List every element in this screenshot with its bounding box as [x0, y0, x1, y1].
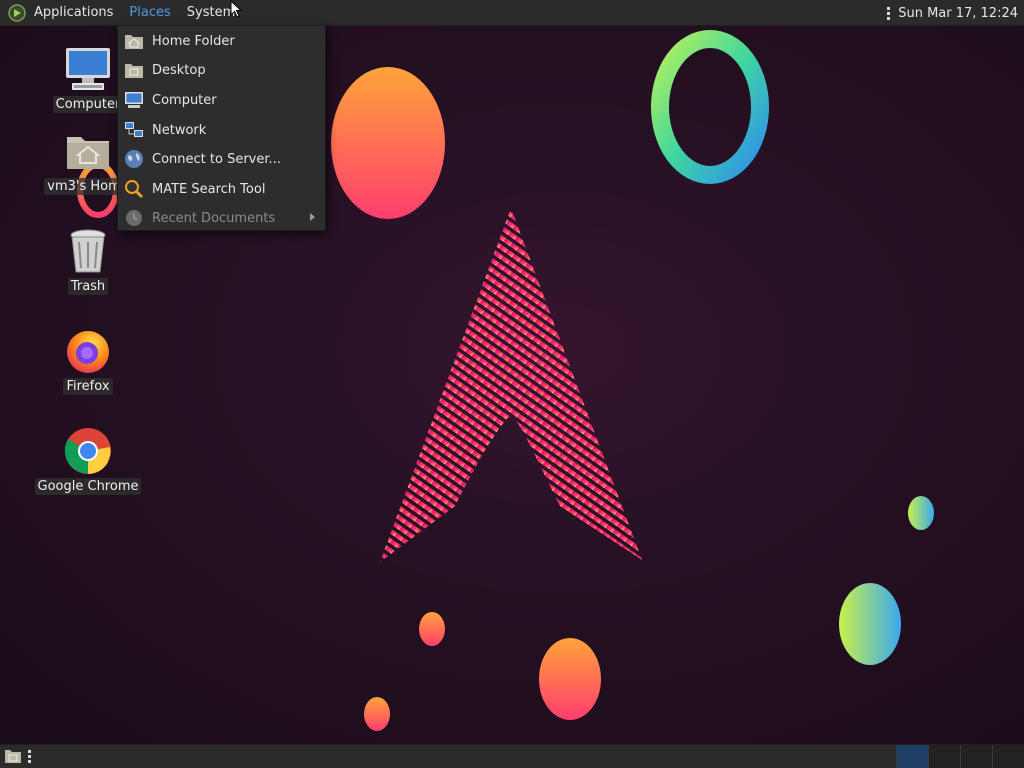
chrome-icon — [63, 426, 113, 476]
menu-item-label: Network — [152, 122, 207, 138]
menu-item-label: Connect to Server... — [152, 151, 281, 167]
bottom-panel — [0, 744, 1024, 768]
computer-icon — [124, 90, 144, 110]
workspace-4[interactable] — [992, 745, 1024, 768]
globe-icon — [124, 149, 144, 169]
desktop-icon-label: Computer — [52, 96, 124, 113]
network-icon — [124, 120, 144, 140]
panel-handle-icon[interactable] — [887, 6, 891, 20]
computer-icon — [63, 44, 113, 94]
desktop-icon-label: Google Chrome — [34, 478, 142, 495]
workspace-2[interactable] — [928, 745, 960, 768]
menu-item-label: Home Folder — [152, 33, 235, 49]
menu-item-home-folder[interactable]: Home Folder — [118, 27, 325, 55]
search-icon — [124, 179, 144, 199]
mate-logo-icon[interactable] — [8, 3, 26, 22]
menu-applications[interactable]: Applications — [26, 0, 121, 26]
menu-places[interactable]: Places — [121, 0, 178, 26]
clock-icon — [124, 208, 144, 228]
menu-item-connect-to-server[interactable]: Connect to Server... — [118, 145, 325, 173]
menu-item-network[interactable]: Network — [118, 116, 325, 144]
mouse-cursor-icon — [230, 0, 242, 18]
clock[interactable]: Sun Mar 17, 12:24 — [898, 6, 1018, 21]
home-folder-icon — [63, 126, 113, 176]
menu-item-label: Recent Documents — [152, 210, 276, 226]
menu-item-label: Desktop — [152, 62, 206, 78]
desktop-icon-trash[interactable]: Trash — [38, 226, 138, 295]
desktop-icon-firefox[interactable]: Firefox — [38, 326, 138, 395]
panel-handle-icon[interactable] — [28, 750, 31, 763]
desktop-icon-label: Firefox — [63, 378, 113, 395]
desktop-folder-icon — [124, 60, 144, 80]
menu-item-computer[interactable]: Computer — [118, 86, 325, 114]
show-desktop-icon[interactable] — [4, 748, 22, 764]
workspace-switcher — [896, 745, 1024, 768]
menu-item-mate-search-tool[interactable]: MATE Search Tool — [118, 175, 325, 203]
submenu-arrow-icon — [310, 213, 315, 221]
places-menu: Home Folder Desktop Computer Network Con… — [117, 25, 326, 231]
workspace-1[interactable] — [896, 745, 928, 768]
top-panel: Applications Places System Sun Mar 17, 1… — [0, 0, 1024, 26]
menu-item-label: MATE Search Tool — [152, 181, 266, 197]
home-folder-icon — [124, 31, 144, 51]
menu-item-label: Computer — [152, 92, 217, 108]
menu-item-recent-documents[interactable]: Recent Documents — [118, 204, 325, 232]
trash-icon — [63, 226, 113, 276]
desktop-icon-label: Trash — [67, 278, 109, 295]
workspace-3[interactable] — [960, 745, 992, 768]
firefox-icon — [63, 326, 113, 376]
menu-item-desktop[interactable]: Desktop — [118, 56, 325, 84]
desktop-icon-chrome[interactable]: Google Chrome — [34, 426, 142, 495]
